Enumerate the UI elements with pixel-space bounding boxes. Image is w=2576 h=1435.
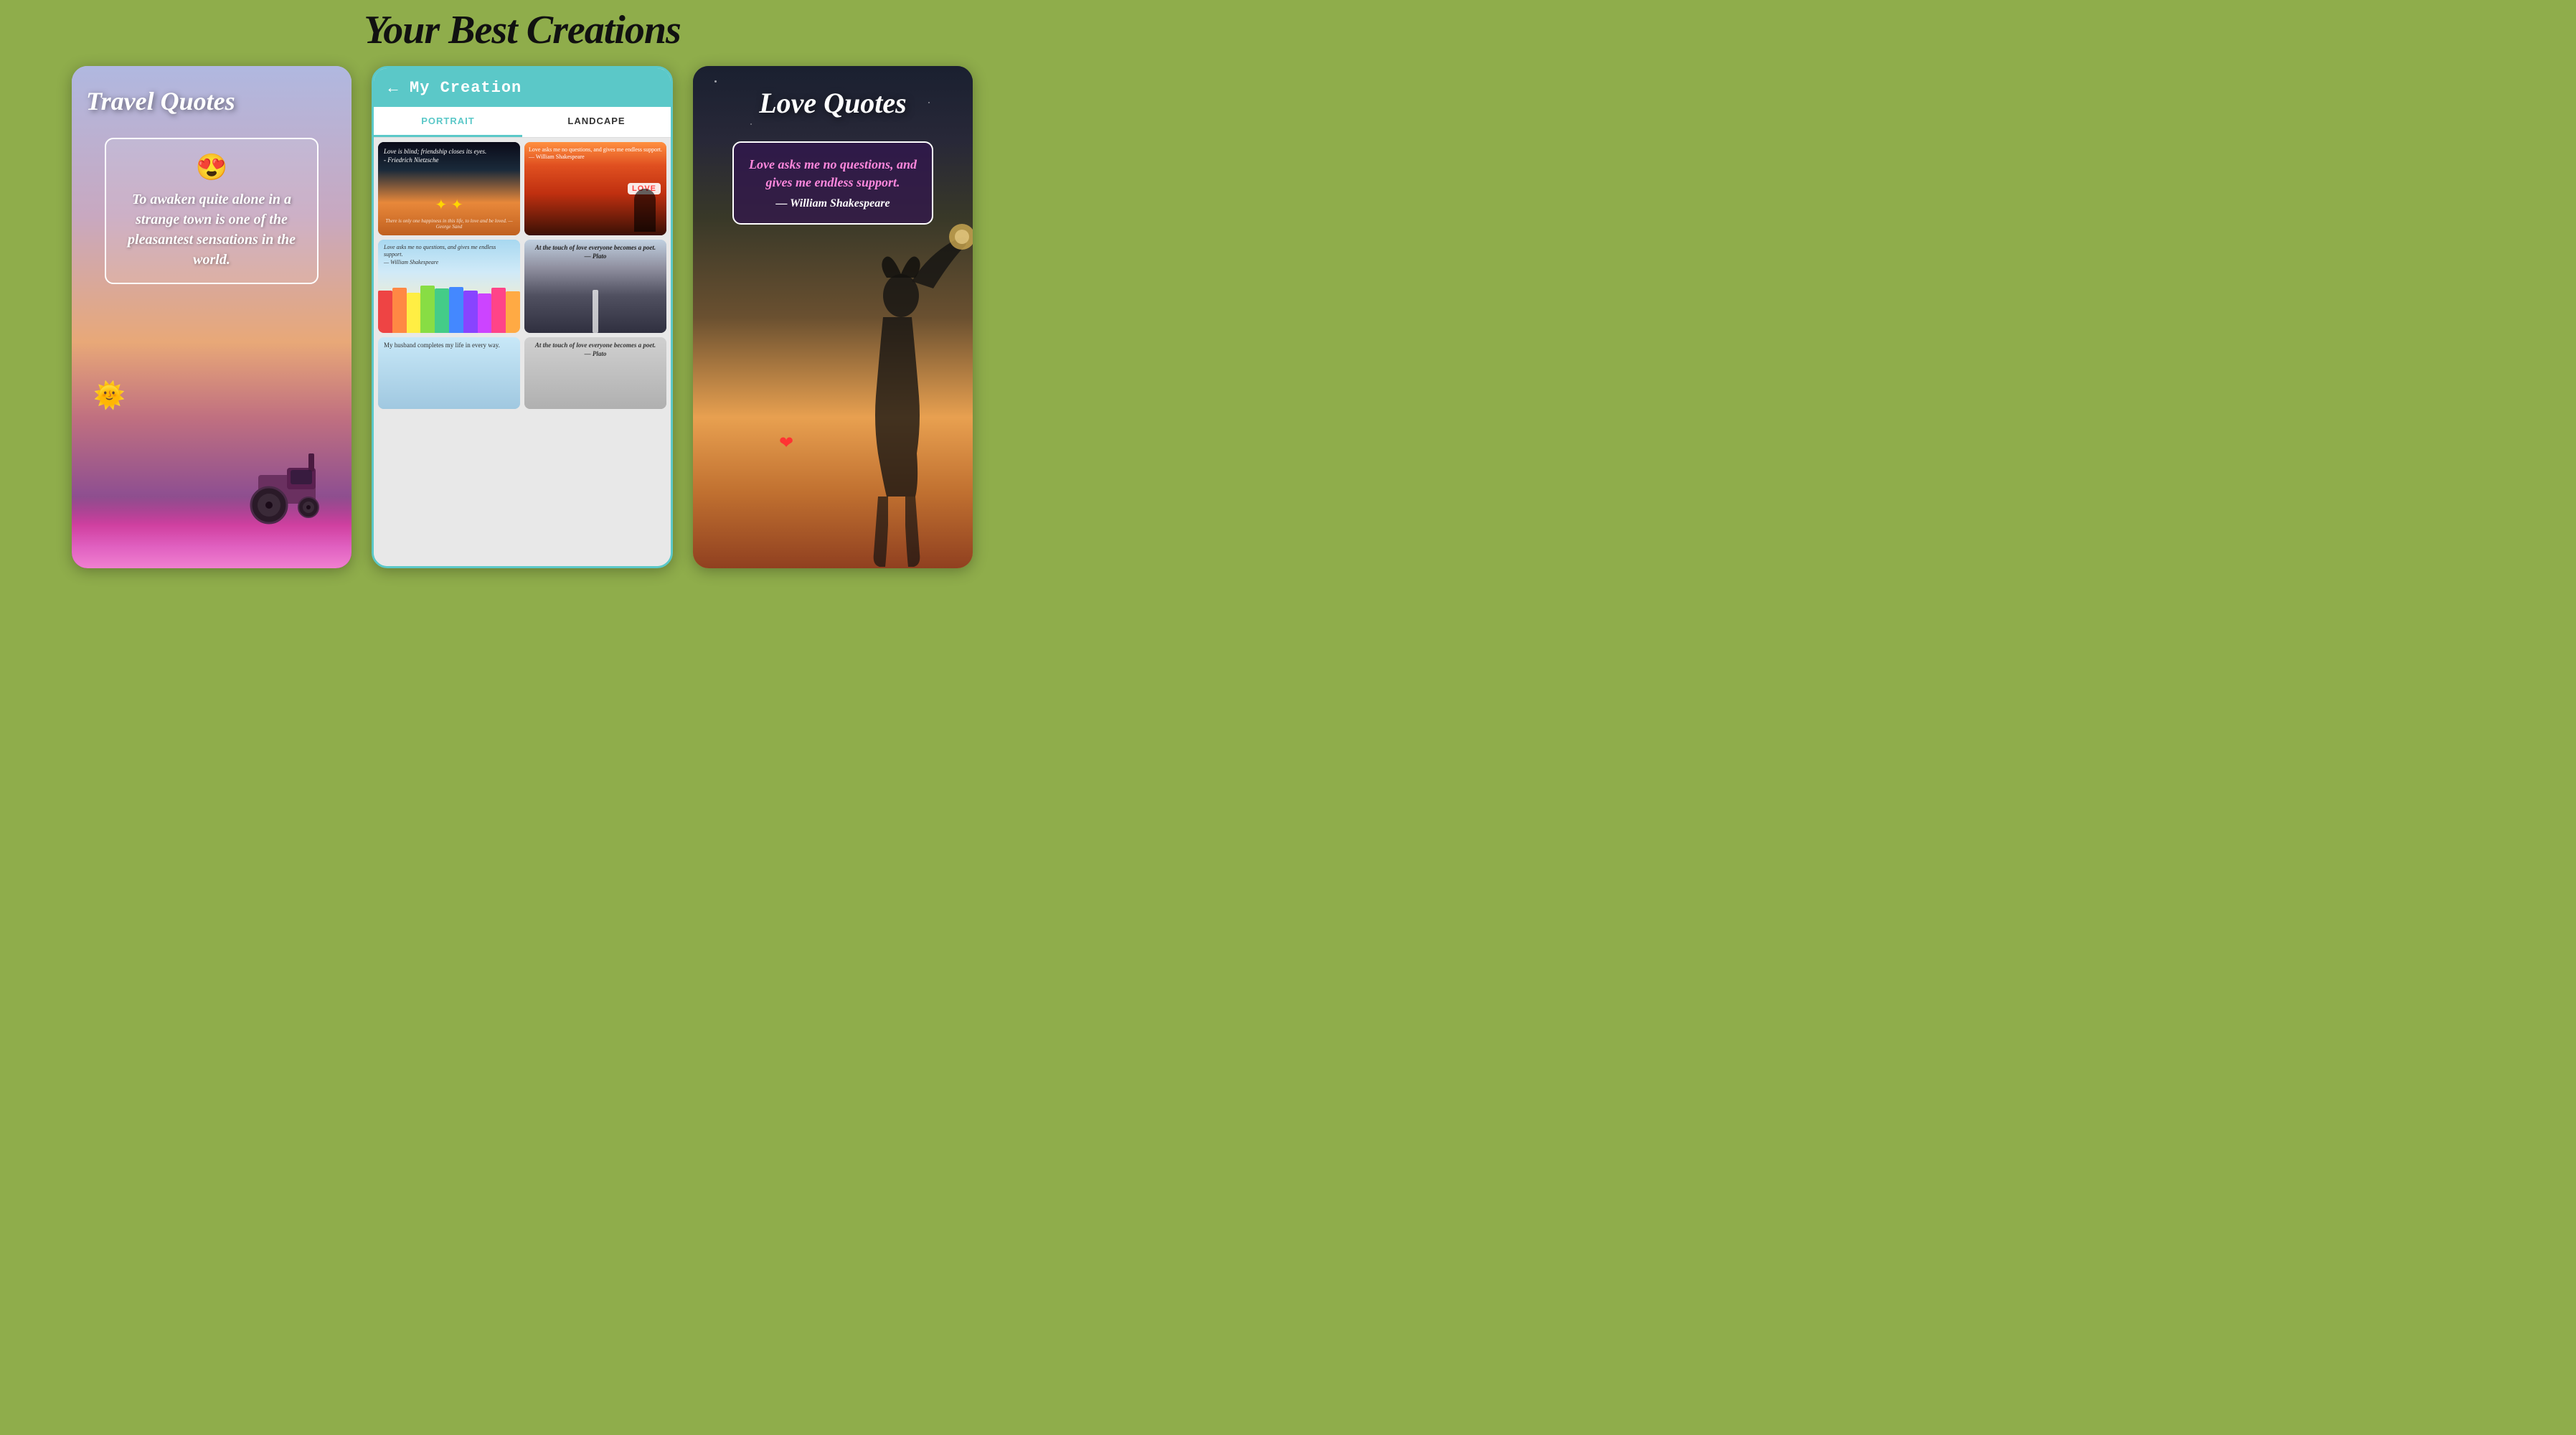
cards-row: Travel Quotes 😍 To awaken quite alone in… bbox=[14, 66, 1030, 568]
pencils-text: Love asks me no questions, and gives me … bbox=[384, 244, 514, 266]
my-creation-card: ← My Creation PORTRAIT LANDCAPE Love is … bbox=[372, 66, 673, 568]
husband-text: My husband completes my life in every wa… bbox=[384, 342, 514, 350]
app-title: My Creation bbox=[410, 79, 522, 97]
page-wrapper: Your Best Creations bbox=[0, 0, 1044, 583]
image-grid: Love is blind; friendship closes its eye… bbox=[374, 138, 671, 566]
right-quote-box: Love asks me no questions, and gives me … bbox=[732, 141, 933, 225]
plato2-text: At the touch of love everyone becomes a … bbox=[530, 342, 661, 358]
george-sand-quote: There is only one happiness in this life… bbox=[382, 218, 516, 230]
pencils-visual bbox=[378, 283, 520, 333]
love-quotes-card: ❤ Love Quotes Love asks me no questions,… bbox=[693, 66, 973, 568]
right-card-content: Love Quotes Love asks me no questions, a… bbox=[693, 66, 973, 568]
right-quote-text: Love asks me no questions, and gives me … bbox=[745, 156, 920, 192]
grid-cell-love-blind[interactable]: Love is blind; friendship closes its eye… bbox=[378, 142, 520, 235]
love-quotes-title: Love Quotes bbox=[707, 86, 958, 120]
grid-row-3: My husband completes my life in every wa… bbox=[378, 337, 666, 409]
travel-quotes-card: Travel Quotes 😍 To awaken quite alone in… bbox=[72, 66, 352, 568]
sparkle-icon: ✦ ✦ bbox=[435, 196, 463, 214]
tabs-row: PORTRAIT LANDCAPE bbox=[374, 107, 671, 138]
face-emoji: 😍 bbox=[118, 152, 306, 182]
silhouette-small bbox=[634, 189, 656, 232]
back-button[interactable]: ← bbox=[385, 78, 401, 97]
love-asks-text: Love asks me no questions, and gives me … bbox=[529, 146, 662, 161]
love-blind-text: Love is blind; friendship closes its eye… bbox=[384, 148, 514, 164]
left-quote-box: 😍 To awaken quite alone in a strange tow… bbox=[105, 138, 319, 284]
sun-emoji: 🌞 bbox=[93, 380, 126, 410]
travel-quote-text: To awaken quite alone in a strange town … bbox=[118, 189, 306, 270]
grid-cell-pencils[interactable]: Love asks me no questions, and gives me … bbox=[378, 240, 520, 333]
grid-row-1: Love is blind; friendship closes its eye… bbox=[378, 142, 666, 235]
grid-cell-plato2[interactable]: At the touch of love everyone becomes a … bbox=[524, 337, 666, 409]
left-card-content: Travel Quotes 😍 To awaken quite alone in… bbox=[72, 66, 352, 568]
page-title: Your Best Creations bbox=[364, 7, 681, 53]
tab-portrait[interactable]: PORTRAIT bbox=[374, 107, 522, 137]
app-header: ← My Creation bbox=[374, 68, 671, 107]
tab-landscape[interactable]: LANDCAPE bbox=[522, 107, 671, 137]
road-text: At the touch of love everyone becomes a … bbox=[529, 244, 662, 260]
grid-cell-love-asks[interactable]: Love asks me no questions, and gives me … bbox=[524, 142, 666, 235]
travel-quotes-title: Travel Quotes bbox=[86, 88, 235, 116]
grid-cell-husband[interactable]: My husband completes my life in every wa… bbox=[378, 337, 520, 409]
right-quote-author: — William Shakespeare bbox=[745, 197, 920, 210]
road-line bbox=[593, 290, 598, 333]
grid-cell-road[interactable]: At the touch of love everyone becomes a … bbox=[524, 240, 666, 333]
grid-row-2: Love asks me no questions, and gives me … bbox=[378, 240, 666, 333]
